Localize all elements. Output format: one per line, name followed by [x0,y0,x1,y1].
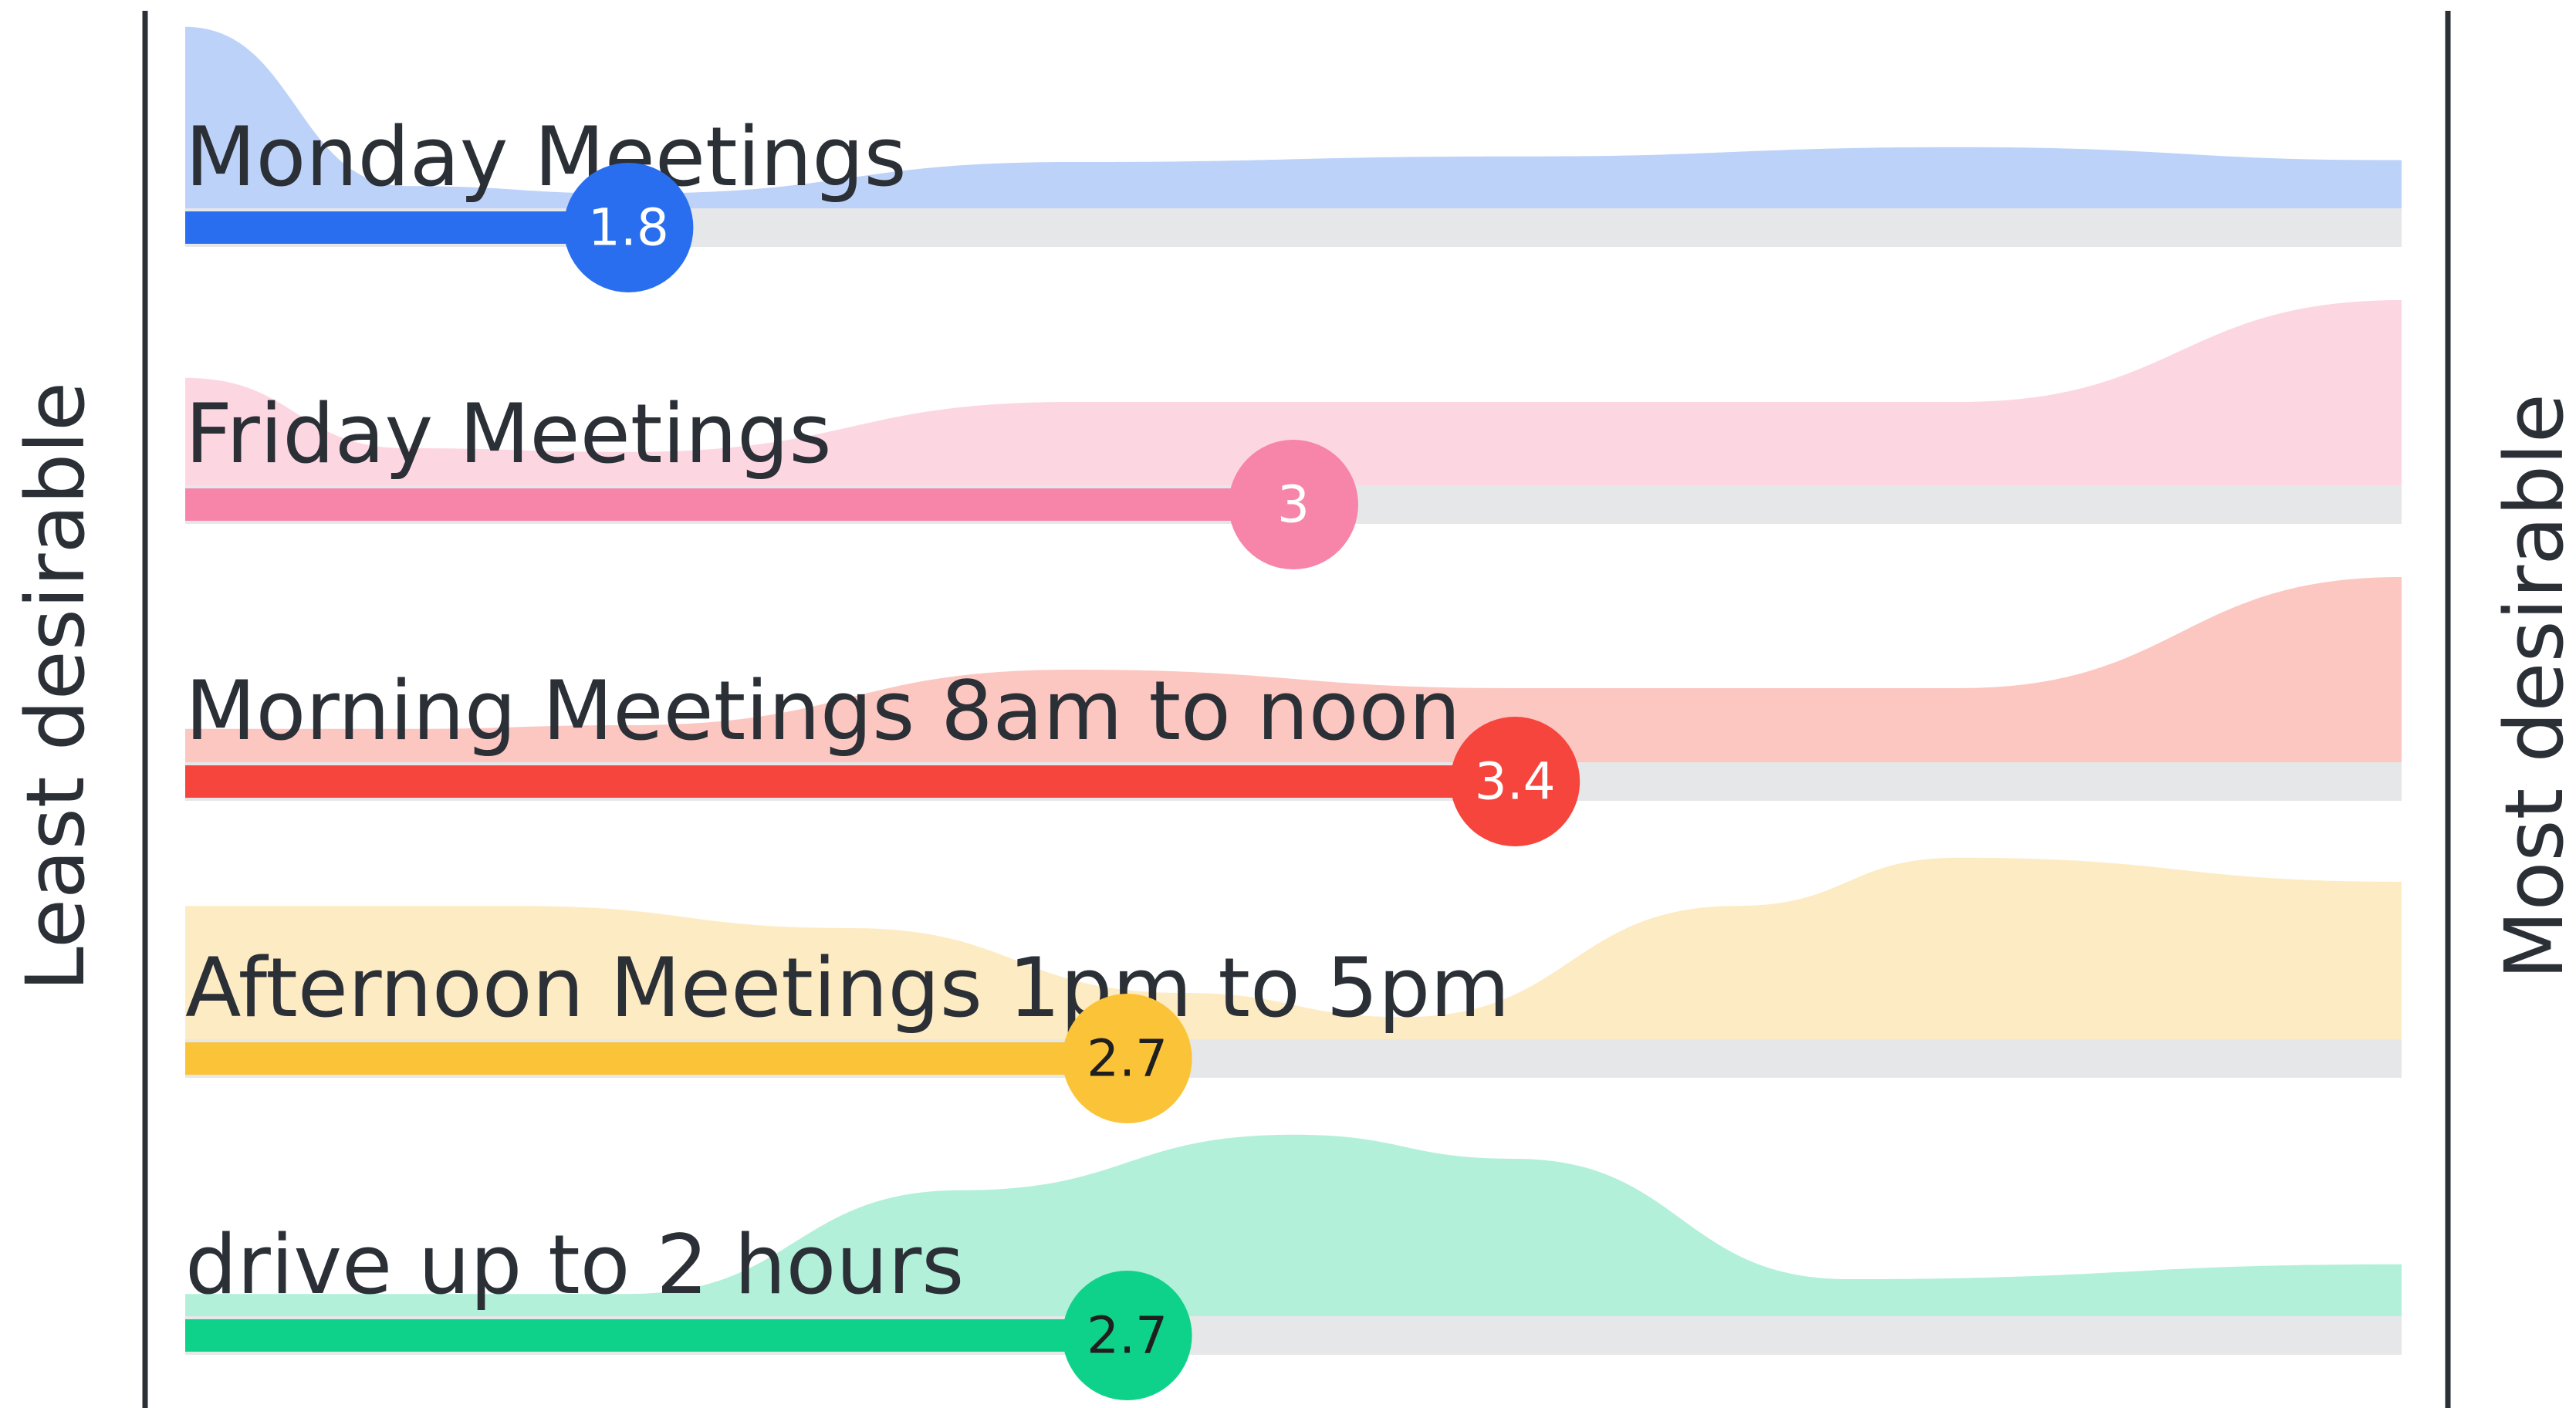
right-axis-label: Most desirable [2487,393,2576,980]
score-bar [185,1319,1127,1352]
score-bar [185,488,1293,521]
row-label: Morning Meetings 8am to noon [185,663,1461,758]
rating-distribution-chart: Least desirable Most desirable Monday Me… [8,11,2576,1408]
chart-row: drive up to 2 hours 2.7 [185,1134,2402,1400]
score-value: 1.8 [588,198,669,258]
score-bar [185,1042,1127,1075]
score-value: 2.7 [1087,1306,1168,1366]
score-bar [185,765,1516,798]
row-label: Afternoon Meetings 1pm to 5pm [185,940,1510,1035]
left-axis-label: Least desirable [8,382,103,991]
score-value: 3 [1277,475,1310,535]
row-label: drive up to 2 hours [185,1217,964,1312]
chart-row: Morning Meetings 8am to noon3.4 [185,577,2402,846]
score-value: 2.7 [1087,1029,1168,1089]
row-label: Friday Meetings [185,387,832,481]
score-bar [185,211,629,244]
chart-row: Afternoon Meetings 1pm to 5pm2.7 [185,857,2402,1123]
rows-layer: Monday Meetings1.8 Friday Meetings 3 Mornin… [185,26,2402,1400]
score-value: 3.4 [1475,752,1556,812]
chart-row: Monday Meetings1.8 [185,26,2402,292]
chart-row: Friday Meetings 3 [185,300,2402,569]
row-label: Monday Meetings [185,110,907,204]
